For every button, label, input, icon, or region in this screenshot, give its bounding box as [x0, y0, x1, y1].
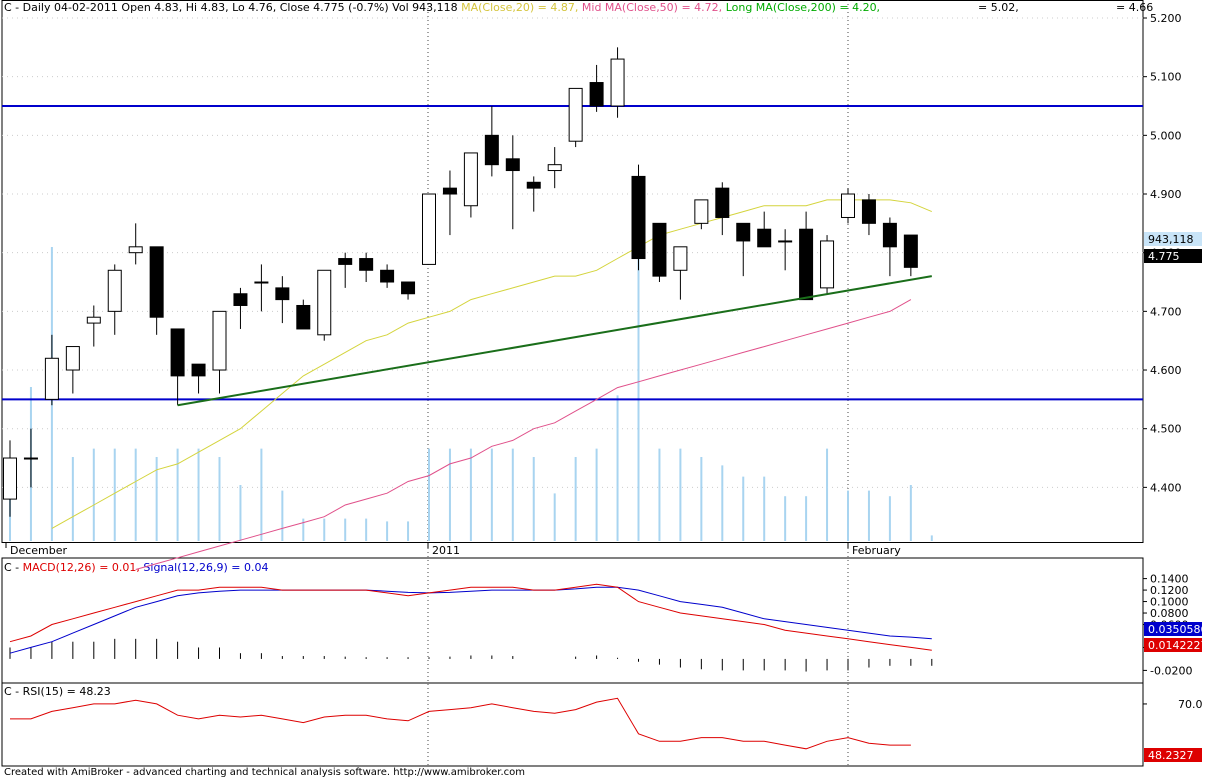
rsi-line [10, 697, 911, 750]
candle-down [233, 293, 248, 306]
candle-down [652, 222, 667, 277]
candle-down [296, 304, 311, 330]
main-pane-frame [1, 0, 1144, 543]
candle-down [589, 82, 604, 107]
price-tick-label: 5.200 [1150, 12, 1182, 25]
ma50-line [135, 299, 912, 570]
candle-up [86, 316, 101, 324]
rsi-pane-frame [1, 682, 1144, 767]
candle-down [715, 187, 730, 218]
macd-line [9, 583, 932, 651]
macd-pane-frame [1, 557, 1144, 684]
candle-down [380, 269, 395, 283]
candle-up [841, 193, 855, 218]
price-tick-label: 4.700 [1150, 305, 1182, 318]
date-tick-label: 2011 [432, 544, 460, 557]
candle-up [778, 240, 793, 243]
candle-up [820, 240, 835, 289]
volume-badge: 943,118 [1148, 233, 1194, 246]
candle-down [191, 363, 206, 377]
candle-down [882, 222, 897, 248]
candle-down [275, 287, 290, 301]
candle-up [23, 457, 38, 460]
price-tick-label: 4.400 [1150, 481, 1182, 494]
candle-down [401, 281, 416, 295]
candle-down [736, 222, 751, 242]
macd-badge: 0.0350586 [1148, 623, 1205, 636]
candle-up [3, 457, 17, 500]
candle-down [442, 187, 457, 195]
rsi-badge: 48.2327 [1148, 749, 1194, 762]
price-tick-label: 5.000 [1150, 129, 1182, 142]
candle-down [359, 258, 374, 271]
candle-down [799, 228, 814, 301]
candle-up [254, 281, 269, 284]
close-badge: 4.775 [1148, 250, 1180, 263]
candle-down [484, 134, 499, 166]
candle-up [422, 193, 436, 265]
candle-up [317, 269, 332, 336]
candle-up [673, 246, 688, 271]
candle-up [568, 87, 583, 142]
support-trendline [177, 275, 932, 407]
candle-up [212, 310, 227, 371]
candle-up [547, 164, 562, 172]
candle-down [861, 199, 876, 224]
candle-down [149, 246, 164, 318]
signal-line [9, 586, 932, 654]
candle-down [631, 175, 646, 260]
price-tick-label: 4.500 [1150, 423, 1182, 436]
price-tick-label: 5.100 [1150, 71, 1182, 84]
candle-down [170, 328, 185, 377]
rsi-tick-label: 70.0 [1178, 698, 1203, 711]
candle-down [338, 258, 353, 265]
signal-badge: 0.0142227 [1148, 639, 1205, 652]
candle-down [526, 181, 541, 189]
date-tick-label: December [10, 544, 68, 557]
date-tick-label: February [852, 544, 901, 557]
candle-up [107, 269, 122, 312]
candle-up [65, 346, 80, 371]
candle-up [463, 152, 478, 207]
candle-up [694, 199, 709, 224]
candle-down [757, 228, 772, 248]
chart-canvas[interactable]: 4.4004.5004.6004.7004.8004.9005.0005.100… [0, 0, 1205, 781]
candle-up [610, 58, 625, 107]
candle-up [128, 246, 143, 254]
price-tick-label: 4.600 [1150, 364, 1182, 377]
candle-down [505, 158, 520, 172]
candle-down [903, 234, 918, 268]
price-tick-label: 4.900 [1150, 188, 1182, 201]
candle-up [44, 357, 59, 400]
macd-tick-label: -0.0200 [1150, 664, 1192, 677]
